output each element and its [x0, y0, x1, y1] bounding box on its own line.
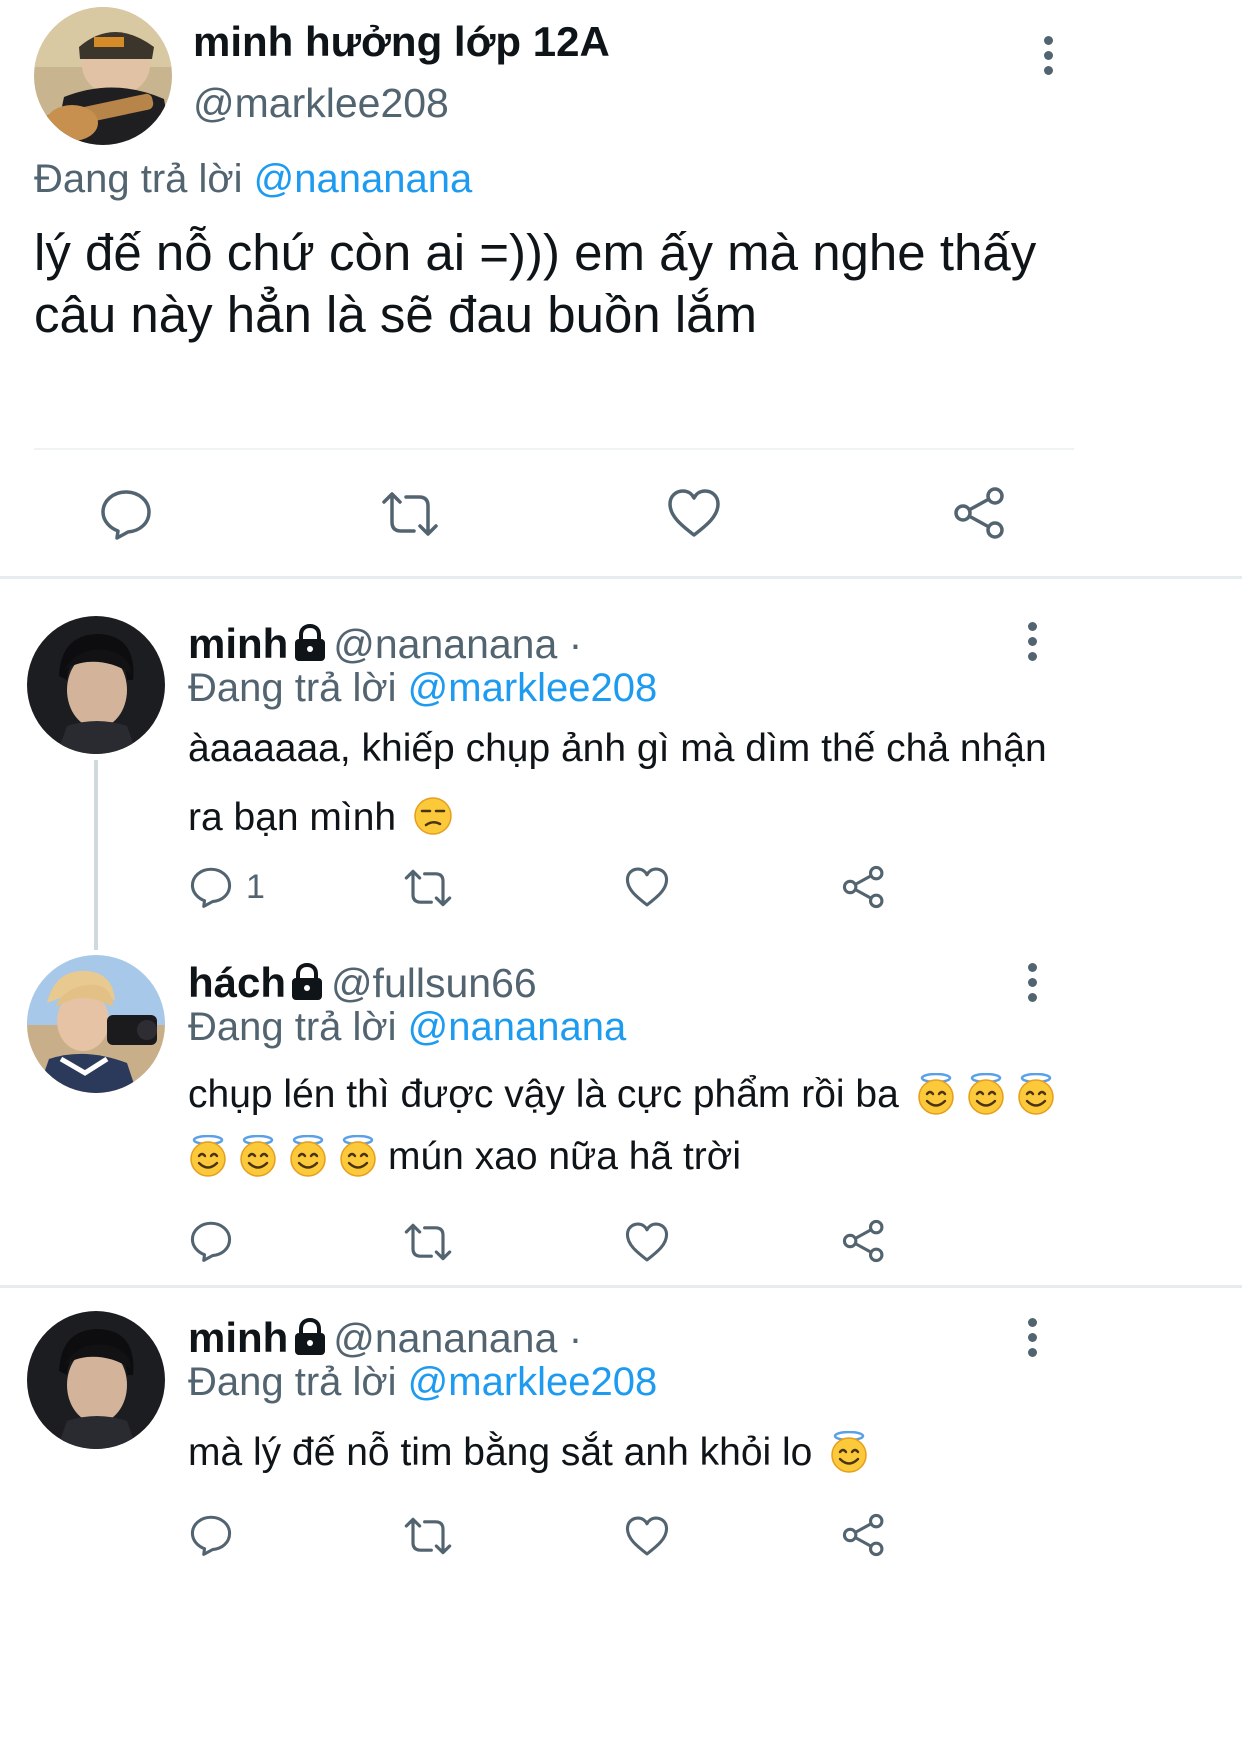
like-heart-icon[interactable]	[667, 488, 721, 538]
reply-1-text: àaaaaaa, khiếp chụp ảnh gì mà dìm thế ch…	[188, 714, 1188, 852]
reply-2-replying-to: Đang trả lời @nananana	[188, 1005, 626, 1050]
reply-2-line-1-text: chụp lén thì được vậy là cực phẩm rồi ba	[188, 1073, 899, 1116]
retweet-icon[interactable]	[380, 488, 440, 540]
section-divider	[0, 1285, 1242, 1288]
reply-2-line-2: mún xao nữa hã trời	[188, 1126, 1228, 1188]
replying-to-link[interactable]: @nananana	[254, 157, 473, 201]
avatar-fullsun66[interactable]	[27, 955, 165, 1093]
replying-to-label: Đang trả lời	[34, 157, 243, 201]
reply-2-line-2-text: mún xao nữa hã trời	[388, 1135, 742, 1178]
share-icon[interactable]	[842, 1219, 886, 1263]
main-more-options-icon[interactable]	[1044, 36, 1054, 76]
reply-1-reply-action[interactable]: 1	[190, 866, 265, 908]
smiling-face-with-halo-emoji	[829, 1431, 869, 1473]
reply-2-handle[interactable]: @fullsun66	[331, 960, 537, 1006]
retweet-icon[interactable]	[403, 866, 453, 910]
reply-3-line-1-text: mà lý đế nỗ tim bằng sắt anh khỏi lo	[188, 1431, 813, 1474]
share-icon[interactable]	[953, 486, 1007, 540]
replying-to-link[interactable]: @marklee208	[408, 1360, 658, 1404]
avatar-marklee208[interactable]	[34, 7, 172, 145]
replying-to-label: Đang trả lời	[188, 1360, 397, 1404]
reply-3-text: mà lý đế nỗ tim bằng sắt anh khỏi lo	[188, 1418, 1228, 1487]
replying-to-label: Đang trả lời	[188, 1005, 397, 1049]
share-icon[interactable]	[842, 865, 886, 909]
like-heart-icon[interactable]	[625, 866, 669, 908]
smiling-face-with-halo-emoji	[1016, 1073, 1056, 1115]
reply-1-display-name[interactable]: minh	[188, 620, 288, 667]
main-tweet-line-2: câu này hẳn là sẽ đau buồn lắm	[34, 286, 758, 343]
smiling-face-with-halo-emoji	[238, 1135, 278, 1177]
reply-3-header: minh @nananana ·	[188, 1314, 582, 1362]
smiling-face-with-halo-emoji	[916, 1073, 956, 1115]
replying-to-label: Đang trả lời	[188, 666, 397, 710]
reply-1-handle[interactable]: @nananana ·	[333, 621, 582, 667]
reply-1-line-2: ra bạn mình	[188, 783, 1188, 852]
retweet-icon[interactable]	[403, 1514, 453, 1558]
lock-icon	[293, 623, 329, 662]
reply-3-more-options-icon[interactable]	[1028, 1318, 1038, 1358]
reply-2-text: chụp lén thì được vậy là cực phẩm rồi ba…	[188, 1064, 1228, 1188]
reply-icon[interactable]	[190, 866, 232, 908]
reply-1-line-1: àaaaaaa, khiếp chụp ảnh gì mà dìm thế ch…	[188, 727, 1047, 770]
reply-2-more-options-icon[interactable]	[1028, 963, 1038, 1003]
reply-3-display-name[interactable]: minh	[188, 1314, 288, 1361]
main-tweet-text: lý đế nỗ chứ còn ai =))) em ấy mà nghe t…	[34, 222, 1214, 346]
reply-1-more-options-icon[interactable]	[1028, 622, 1038, 662]
main-tweet-line-1: lý đế nỗ chứ còn ai =))) em ấy mà nghe t…	[34, 224, 1037, 281]
reply-1-header: minh @nananana ·	[188, 620, 582, 668]
reply-3-handle[interactable]: @nananana ·	[333, 1315, 582, 1361]
thread-connector-line	[94, 760, 98, 950]
replying-to-link[interactable]: @nananana	[408, 1005, 627, 1049]
reply-icon[interactable]	[100, 488, 152, 540]
reply-2-display-name[interactable]: hách	[188, 959, 286, 1006]
unamused-face-emoji	[413, 796, 453, 838]
main-replying-to: Đang trả lời @nananana	[34, 157, 472, 202]
reply-3-line-1: mà lý đế nỗ tim bằng sắt anh khỏi lo	[188, 1418, 1228, 1487]
reply-2-line-1: chụp lén thì được vậy là cực phẩm rồi ba	[188, 1064, 1228, 1126]
like-heart-icon[interactable]	[625, 1221, 669, 1263]
reply-icon[interactable]	[190, 1220, 232, 1262]
smiling-face-with-halo-emoji	[288, 1135, 328, 1177]
reply-2-header: hách @fullsun66	[188, 959, 537, 1007]
lock-icon	[293, 1317, 329, 1356]
reply-count: 1	[246, 867, 265, 906]
share-icon[interactable]	[842, 1513, 886, 1557]
reply-icon[interactable]	[190, 1514, 232, 1556]
replying-to-link[interactable]: @marklee208	[408, 666, 658, 710]
main-display-name[interactable]: minh hưởng lớp 12A	[193, 18, 610, 66]
smiling-face-with-halo-emoji	[966, 1073, 1006, 1115]
retweet-icon[interactable]	[403, 1220, 453, 1264]
main-handle[interactable]: @marklee208	[193, 80, 449, 127]
reply-1-replying-to: Đang trả lời @marklee208	[188, 666, 657, 711]
smiling-face-with-halo-emoji	[188, 1135, 228, 1177]
avatar-nananana[interactable]	[27, 1311, 165, 1449]
lock-icon	[290, 962, 326, 1001]
reply-1-line-2-text: ra bạn mình	[188, 796, 397, 839]
reply-3-replying-to: Đang trả lời @marklee208	[188, 1360, 657, 1405]
like-heart-icon[interactable]	[625, 1515, 669, 1557]
smiling-face-with-halo-emoji	[338, 1135, 378, 1177]
avatar-nananana[interactable]	[27, 616, 165, 754]
section-divider	[0, 576, 1242, 579]
main-action-divider	[34, 448, 1074, 450]
